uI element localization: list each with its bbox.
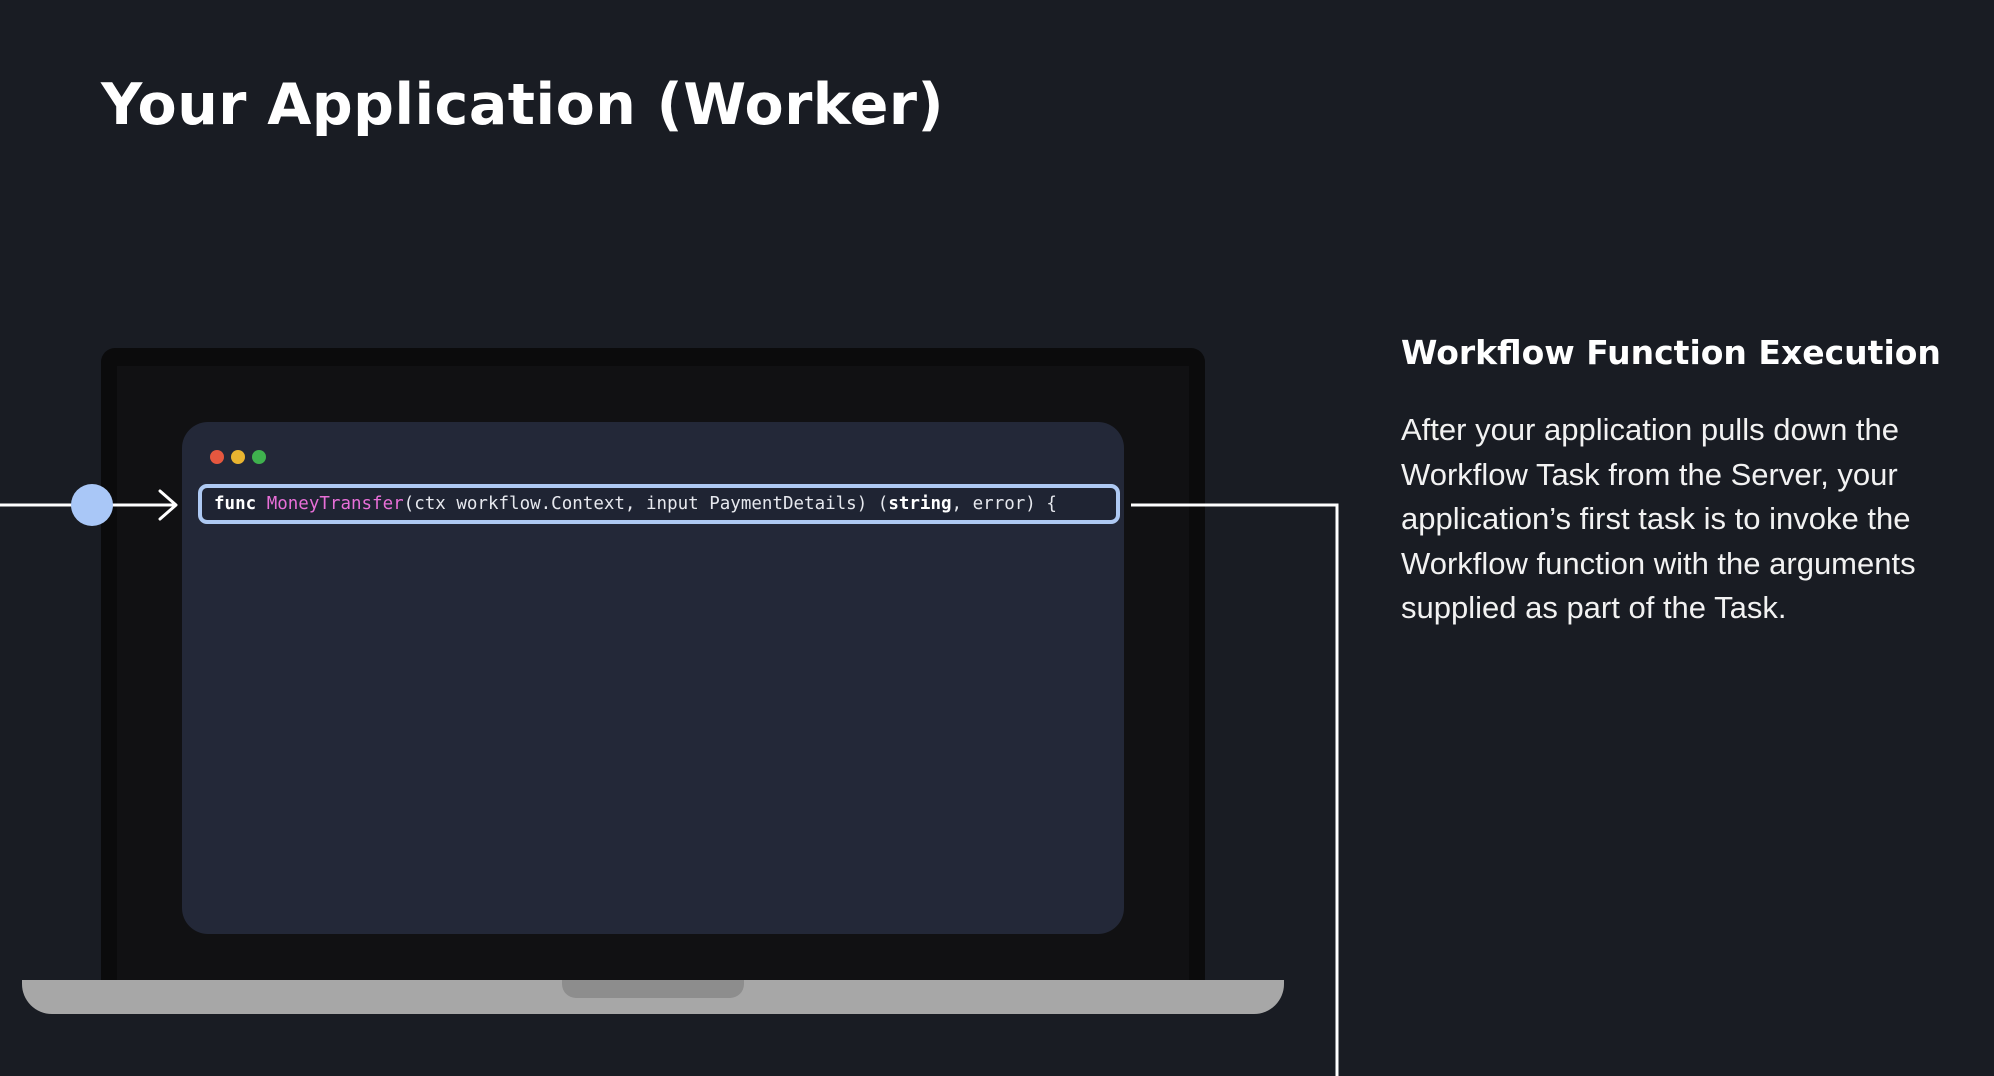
section-heading: Workflow Function Execution [1401,333,1941,372]
circle-node-icon [71,484,113,526]
output-connector-line [1131,503,1339,1076]
section-body: After your application pulls down the Wo… [1401,412,1916,625]
